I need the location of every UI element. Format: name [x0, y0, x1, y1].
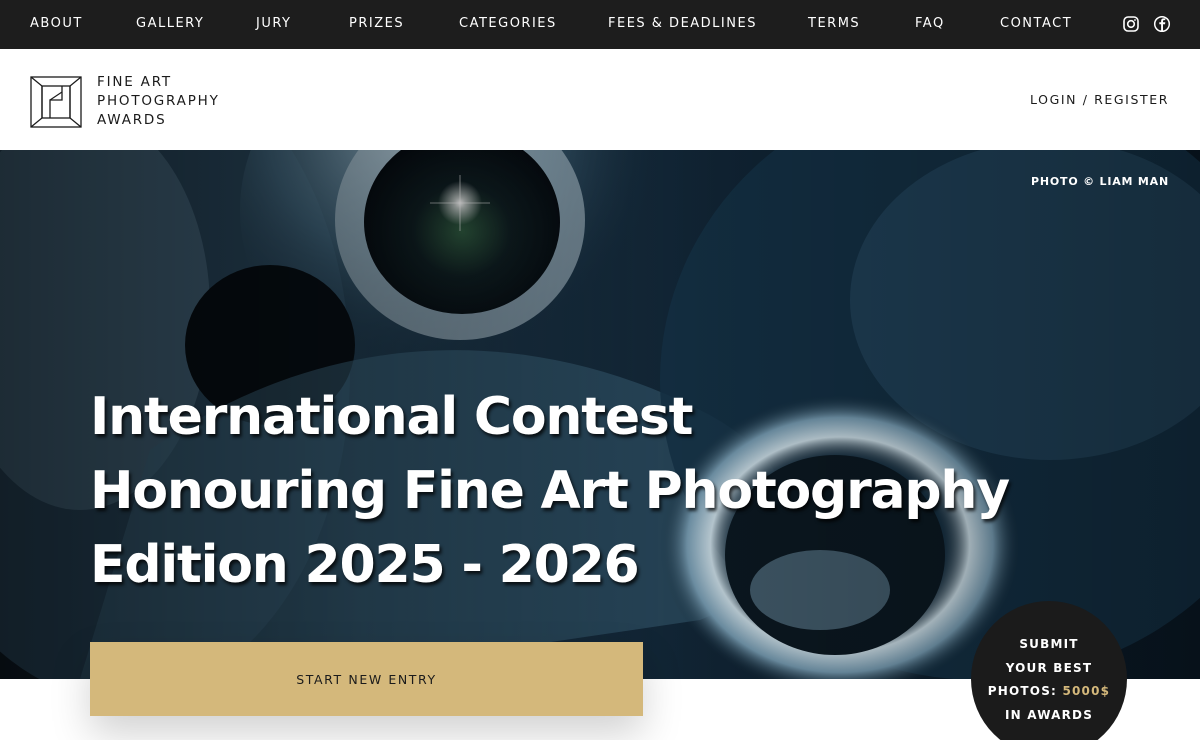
badge-photos-label: PHOTOS:: [987, 684, 1058, 698]
nav-item-jury[interactable]: JURY: [256, 16, 292, 31]
headline-line-3: Edition 2025 - 2026: [90, 535, 640, 595]
logo-line-1: FINE ART: [97, 74, 172, 90]
facebook-icon[interactable]: [1153, 15, 1171, 33]
logo-line-3: AWARDS: [97, 112, 167, 128]
photo-credit: PHOTO © LIAM MAN: [1031, 175, 1169, 188]
top-nav: ABOUT GALLERY JURY PRIZES CATEGORIES FEE…: [0, 0, 1200, 49]
hero-banner: PHOTO © LIAM MAN International Contest H…: [0, 150, 1200, 679]
logo-wordmark[interactable]: FINE ART PHOTOGRAPHY AWARDS: [97, 73, 220, 130]
nav-item-faq[interactable]: FAQ: [915, 16, 945, 31]
nav-item-prizes[interactable]: PRIZES: [349, 16, 404, 31]
headline-line-1: International Contest: [90, 387, 694, 447]
hero-headline: International Contest Honouring Fine Art…: [90, 380, 1010, 602]
nav-item-about[interactable]: ABOUT: [30, 16, 83, 31]
headline-line-2: Honouring Fine Art Photography: [90, 461, 1010, 521]
logo-line-2: PHOTOGRAPHY: [97, 93, 220, 109]
brand-bar: FINE ART PHOTOGRAPHY AWARDS LOGIN / REGI…: [0, 49, 1200, 150]
instagram-icon[interactable]: [1122, 15, 1140, 33]
logo-mark-icon[interactable]: [30, 76, 82, 128]
login-register-link[interactable]: LOGIN / REGISTER: [1030, 92, 1169, 107]
badge-award-amount: 5000$: [1062, 684, 1111, 698]
badge-line-2: YOUR BEST: [1005, 660, 1093, 675]
top-nav-list: ABOUT GALLERY JURY PRIZES CATEGORIES FEE…: [0, 0, 1200, 49]
nav-item-contact[interactable]: CONTACT: [1000, 16, 1072, 31]
nav-item-gallery[interactable]: GALLERY: [136, 16, 204, 31]
nav-item-terms[interactable]: TERMS: [808, 16, 860, 31]
start-new-entry-button[interactable]: START NEW ENTRY: [90, 642, 643, 716]
nav-item-categories[interactable]: CATEGORIES: [459, 16, 557, 31]
badge-line-3: PHOTOS: 5000$: [971, 680, 1127, 704]
badge-line-1: SUBMIT: [1019, 637, 1079, 651]
badge-line-4: IN AWARDS: [1004, 707, 1094, 722]
nav-item-fees-deadlines[interactable]: FEES & DEADLINES: [608, 16, 757, 31]
